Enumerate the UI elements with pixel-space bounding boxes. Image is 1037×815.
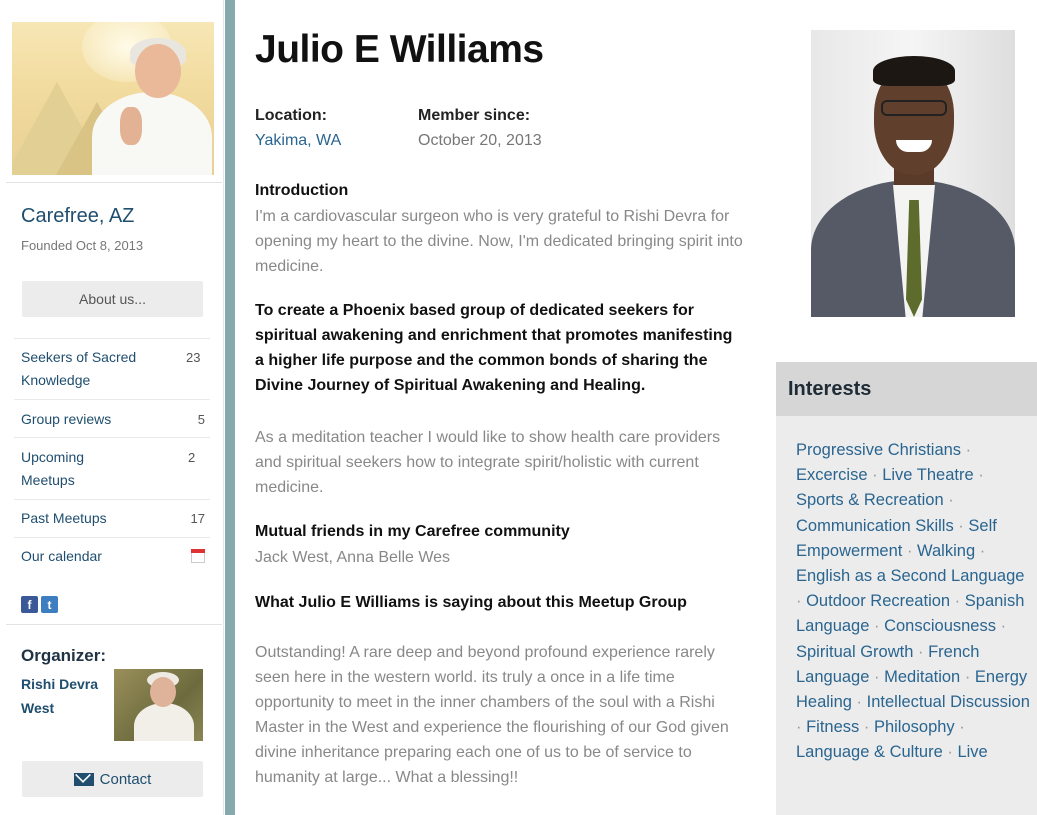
page-title: Julio E Williams	[255, 28, 544, 71]
interest-link[interactable]: Communication Skills	[796, 517, 954, 535]
contact-button[interactable]: Contact	[22, 761, 203, 797]
interest-separator: ·	[902, 541, 918, 560]
facebook-icon[interactable]: f	[21, 596, 38, 613]
saying-text: Outstanding! A rare deep and beyond prof…	[255, 644, 729, 786]
profile-photo[interactable]	[811, 30, 1015, 317]
divider	[14, 338, 210, 339]
sidebar-item-label: Seekers of Sacred Knowledge	[21, 349, 137, 388]
interest-link[interactable]: Philosophy	[874, 718, 955, 736]
divider	[6, 182, 222, 183]
organizer-avatar[interactable]	[114, 669, 203, 741]
sidebar-item-count: 5	[197, 412, 205, 427]
interest-link[interactable]: Consciousness	[884, 617, 996, 635]
interest-link[interactable]: Meditation	[884, 668, 960, 686]
interest-link[interactable]: Excercise	[796, 466, 868, 484]
interest-link[interactable]: English as a Second Language	[796, 567, 1024, 585]
interest-separator: ·	[942, 743, 958, 762]
contact-label: Contact	[99, 770, 152, 788]
interest-separator: ·	[859, 718, 874, 737]
interests-panel: Progressive Christians · Excercise · Liv…	[776, 416, 1037, 815]
interest-separator: ·	[973, 466, 984, 485]
interest-link[interactable]: Sports & Recreation	[796, 491, 944, 509]
interests-heading: Interests	[776, 362, 1037, 416]
twitter-icon[interactable]: t	[41, 596, 58, 613]
group-sidebar: Carefree, AZ Founded Oct 8, 2013 About u…	[0, 0, 224, 815]
interest-separator: ·	[867, 466, 883, 485]
sidebar-item-label: Upcoming Meetups	[21, 449, 85, 488]
interest-separator: ·	[943, 491, 954, 510]
sidebar-item-count: 2	[188, 450, 196, 465]
sidebar-item-label: Group reviews	[21, 411, 112, 427]
interest-separator: ·	[954, 718, 965, 737]
divider	[14, 437, 210, 438]
organizer-label: Organizer:	[21, 646, 107, 665]
interest-separator: ·	[796, 718, 807, 737]
intro-text: I'm a cardiovascular surgeon who is very…	[255, 208, 743, 275]
group-photo[interactable]	[12, 22, 214, 175]
sidebar-item-calendar[interactable]: Our calendar	[21, 545, 207, 568]
saying-heading: What Julio E Williams is saying about th…	[255, 594, 687, 611]
sidebar-item-count: 17	[190, 511, 205, 526]
sidebar-item-past[interactable]: Past Meetups 17	[21, 507, 207, 530]
interest-link[interactable]: Fitness	[806, 718, 859, 736]
interest-link[interactable]: Language & Culture	[796, 743, 943, 761]
purpose-text: As a meditation teacher I would like to …	[255, 429, 721, 496]
interest-separator: ·	[975, 541, 986, 560]
sidebar-item-members[interactable]: Seekers of Sacred Knowledge	[21, 346, 141, 392]
interest-separator: ·	[995, 617, 1007, 636]
interest-link[interactable]: Progressive Christians	[796, 441, 961, 459]
interest-separator: ·	[953, 516, 969, 535]
interest-link[interactable]: Intellectual Discussion	[867, 693, 1030, 711]
sidebar-item-upcoming[interactable]: Upcoming Meetups	[21, 446, 111, 492]
divider	[6, 624, 222, 625]
social-links: f t	[21, 596, 58, 613]
sidebar-item-reviews[interactable]: Group reviews 5	[21, 408, 207, 431]
interest-link[interactable]: Spiritual Growth	[796, 643, 913, 661]
divider	[14, 399, 210, 400]
interest-separator: ·	[960, 667, 975, 686]
interest-separator: ·	[796, 592, 807, 611]
intro-heading: Introduction	[255, 182, 349, 199]
interests-list: Progressive Christians · Excercise · Liv…	[796, 438, 1034, 766]
interest-separator: ·	[950, 592, 965, 611]
interest-separator: ·	[913, 642, 929, 661]
divider	[14, 537, 210, 538]
about-us-button[interactable]: About us...	[22, 281, 203, 317]
member-since-value: October 20, 2013	[418, 132, 542, 149]
purpose-heading: To create a Phoenix based group of dedic…	[255, 302, 733, 394]
sidebar-item-count: 23	[186, 350, 201, 365]
interest-separator: ·	[851, 693, 867, 712]
interest-separator: ·	[869, 667, 885, 686]
location-label: Location:	[255, 107, 327, 124]
interest-separator: ·	[961, 441, 972, 459]
group-name-link[interactable]: Carefree, AZ	[21, 205, 134, 228]
divider	[14, 499, 210, 500]
organizer-name-link[interactable]: Rishi Devra West	[21, 672, 111, 720]
sidebar-item-label: Our calendar	[21, 548, 102, 564]
interest-link[interactable]: Live	[957, 743, 987, 761]
accent-bar	[225, 0, 235, 815]
member-since-label: Member since:	[418, 107, 531, 124]
sidebar-item-label: Past Meetups	[21, 510, 107, 526]
profile-main: Julio E Williams Location: Yakima, WA Me…	[255, 0, 775, 815]
location-link[interactable]: Yakima, WA	[255, 132, 341, 150]
friends-text: Jack West, Anna Belle Wes	[255, 549, 451, 566]
friends-heading: Mutual friends in my Carefree community	[255, 523, 570, 540]
envelope-icon	[73, 772, 94, 786]
calendar-icon	[191, 549, 205, 563]
interest-link[interactable]: Outdoor Recreation	[806, 592, 950, 610]
interest-link[interactable]: Walking	[917, 542, 975, 560]
interest-link[interactable]: Live Theatre	[882, 466, 973, 484]
founded-date: Founded Oct 8, 2013	[21, 238, 144, 253]
interest-separator: ·	[869, 617, 885, 636]
